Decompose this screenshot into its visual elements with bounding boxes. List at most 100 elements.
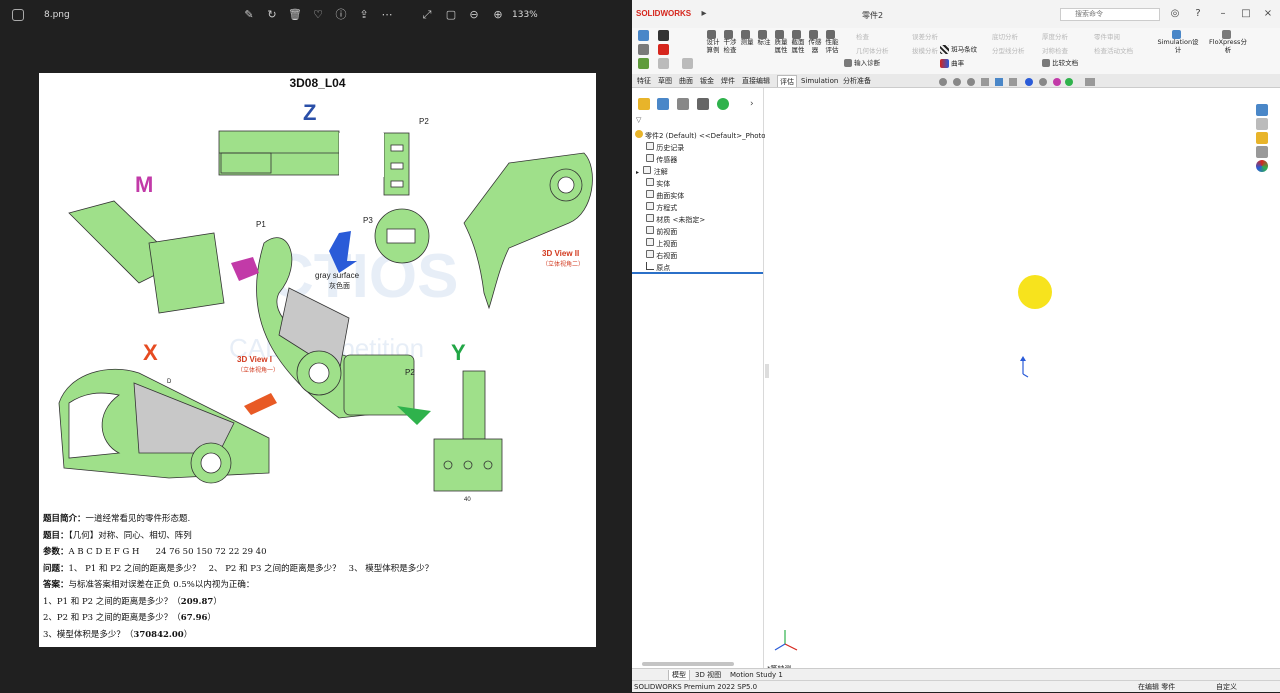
tree-root[interactable]: 零件2 (Default) <<Default>_Photo\ [635,130,768,141]
ribbon-simulation-design[interactable]: Simulation设计 [1157,30,1199,54]
tab-sheet-metal[interactable]: 钣金 [698,75,716,87]
problem-text: 题目简介：一道经常看见的零件形态题. 题目：【几何】对称、同心、相切、阵列 参数… [43,511,593,643]
tree-surface-bodies[interactable]: 曲面实体 [646,190,684,201]
tab-simulation[interactable]: Simulation [799,75,840,87]
maximize-icon[interactable]: □ [1240,8,1252,20]
config-tab-icon[interactable] [677,98,689,110]
label-3d-view-2-cn: （立体视角二） [542,262,585,268]
ribbon-check: 检查 [856,33,869,41]
feature-tree-tab-icon[interactable] [638,98,650,110]
menu-expand-icon[interactable]: ▸ [698,8,710,20]
design-library-icon[interactable] [1256,118,1268,130]
options-icon[interactable] [682,58,693,69]
home-icon[interactable] [638,30,649,41]
dimxpert-tab-icon[interactable] [697,98,709,110]
expand-arrow-icon[interactable]: ▸ [636,169,639,176]
filter-icon[interactable]: ▽ [636,116,641,124]
ribbon-section-props[interactable]: 截面属性 [790,30,806,54]
share-icon[interactable]: ⇪ [357,8,371,22]
tree-history[interactable]: 历史记录 [646,142,684,153]
close-icon[interactable]: × [1262,8,1274,20]
ribbon-markup[interactable]: 标注 [756,30,772,47]
label-p2-top: P2 [419,117,429,126]
history-icon [646,142,654,150]
tree-right-plane[interactable]: 右视面 [646,250,677,261]
tab-direct-edit[interactable]: 直接编辑 [740,75,772,87]
display-tab-icon[interactable] [717,98,729,110]
zoom-in-icon[interactable]: ⊕ [491,8,505,22]
ribbon-mass-props[interactable]: 质量属性 [773,30,789,54]
simulation-icon [1172,30,1181,39]
delete-icon[interactable]: 🗑 [288,8,302,22]
tab-features[interactable]: 特征 [635,75,653,87]
ribbon-compare-docs[interactable]: 比较文档 [1042,59,1078,68]
ribbon-curvature[interactable]: 曲率 [940,59,964,68]
tab-weldments[interactable]: 焊件 [719,75,737,87]
tab-surfaces[interactable]: 曲面 [677,75,695,87]
ribbon-perf-eval[interactable]: 性能评估 [824,30,840,54]
tab-evaluate[interactable]: 评估 [777,75,797,87]
sensor-icon [809,30,818,39]
tab-motion-study[interactable]: Motion Study 1 [727,670,786,680]
tree-sensors[interactable]: 传感器 [646,154,677,165]
favorite-icon[interactable]: ♡ [311,8,325,22]
ribbon-design-study[interactable]: 设计算例 [705,30,721,54]
measure-icon [741,30,750,39]
view-palette-icon[interactable] [1256,146,1268,158]
info-icon[interactable]: ⓘ [334,8,348,22]
undo-icon[interactable] [658,58,669,69]
label-p3: P3 [363,216,373,225]
chevron-right-icon[interactable]: › [750,98,762,110]
ribbon-interference[interactable]: 干涉检查 [722,30,738,54]
ribbon-measure[interactable]: 测量 [739,30,755,47]
status-units[interactable]: 自定义 [1216,681,1237,693]
heads-up-view-toolbar[interactable] [937,76,1137,88]
select-icon[interactable] [638,58,649,69]
label-3d-view-1-cn: （立体视角一） [237,368,280,374]
rebuild-icon[interactable] [658,44,669,55]
import-diagnostics-icon [844,59,852,67]
appearances-icon[interactable] [1256,160,1268,172]
ribbon-import-diagnostics[interactable]: 输入诊断 [844,59,880,68]
label-p2-bottom: P2 [405,368,415,377]
tab-3d-views[interactable]: 3D 视图 [692,670,724,680]
tree-equations[interactable]: 方程式 [646,202,677,213]
tree-top-plane[interactable]: 上视面 [646,238,677,249]
ribbon-zebra[interactable]: 斑马条纹 [940,45,977,54]
photo-viewer-window: 8.png ✎ ↻ 🗑 ♡ ⓘ ⇪ ⋯ ⤢ ▢ ⊖ ⊕ 133% 3D08_L0… [0,0,632,692]
help-icon[interactable]: ? [1192,8,1204,20]
search-commands-input[interactable]: 搜索命令 [1060,8,1160,21]
edit-icon[interactable]: ✎ [242,8,256,22]
tree-front-plane[interactable]: 前视面 [646,226,677,237]
user-icon[interactable]: ◎ [1169,8,1181,20]
fullscreen-icon[interactable]: ⤢ [420,8,434,22]
rotate-icon[interactable]: ↻ [265,8,279,22]
plane-icon [646,226,654,234]
minimize-icon[interactable]: – [1217,8,1229,20]
tab-analysis-prep[interactable]: 分析准备 [841,75,873,87]
horizontal-scrollbar[interactable] [642,662,734,666]
file-explorer-icon[interactable] [1256,132,1268,144]
graphics-area[interactable]: *等轴测 [765,88,1280,673]
more-icon[interactable]: ⋯ [380,8,394,22]
tree-material[interactable]: 材质 <未指定> [646,214,705,225]
save-icon[interactable] [658,30,669,41]
ribbon-parting-line: 分型线分析 [992,47,1025,55]
dim-40: 40 [464,497,471,503]
solidworks-logo[interactable]: SOLIDWORKS [636,9,691,18]
tree-annotations[interactable]: ▸ 注解 [636,166,668,177]
fit-icon[interactable]: ▢ [444,8,458,22]
ribbon-thickness: 厚度分析 [1042,33,1068,41]
compare-docs-icon [1042,59,1050,67]
material-icon [646,214,654,222]
tab-sketch[interactable]: 草图 [656,75,674,87]
property-tab-icon[interactable] [657,98,669,110]
zoom-out-icon[interactable]: ⊖ [467,8,481,22]
new-icon[interactable] [638,44,649,55]
ribbon-floxpress[interactable]: FloXpress分析 [1207,30,1249,54]
ribbon-sensor[interactable]: 传感器 [807,30,823,54]
panel-collapse-handle[interactable] [765,364,769,378]
tree-solid-bodies[interactable]: 实体 [646,178,670,189]
resources-icon[interactable] [1256,104,1268,116]
command-manager: 设计算例 干涉检查 测量 标注 质量属性 截面属性 传感器 性能评估 检查 几何… [632,28,1280,74]
